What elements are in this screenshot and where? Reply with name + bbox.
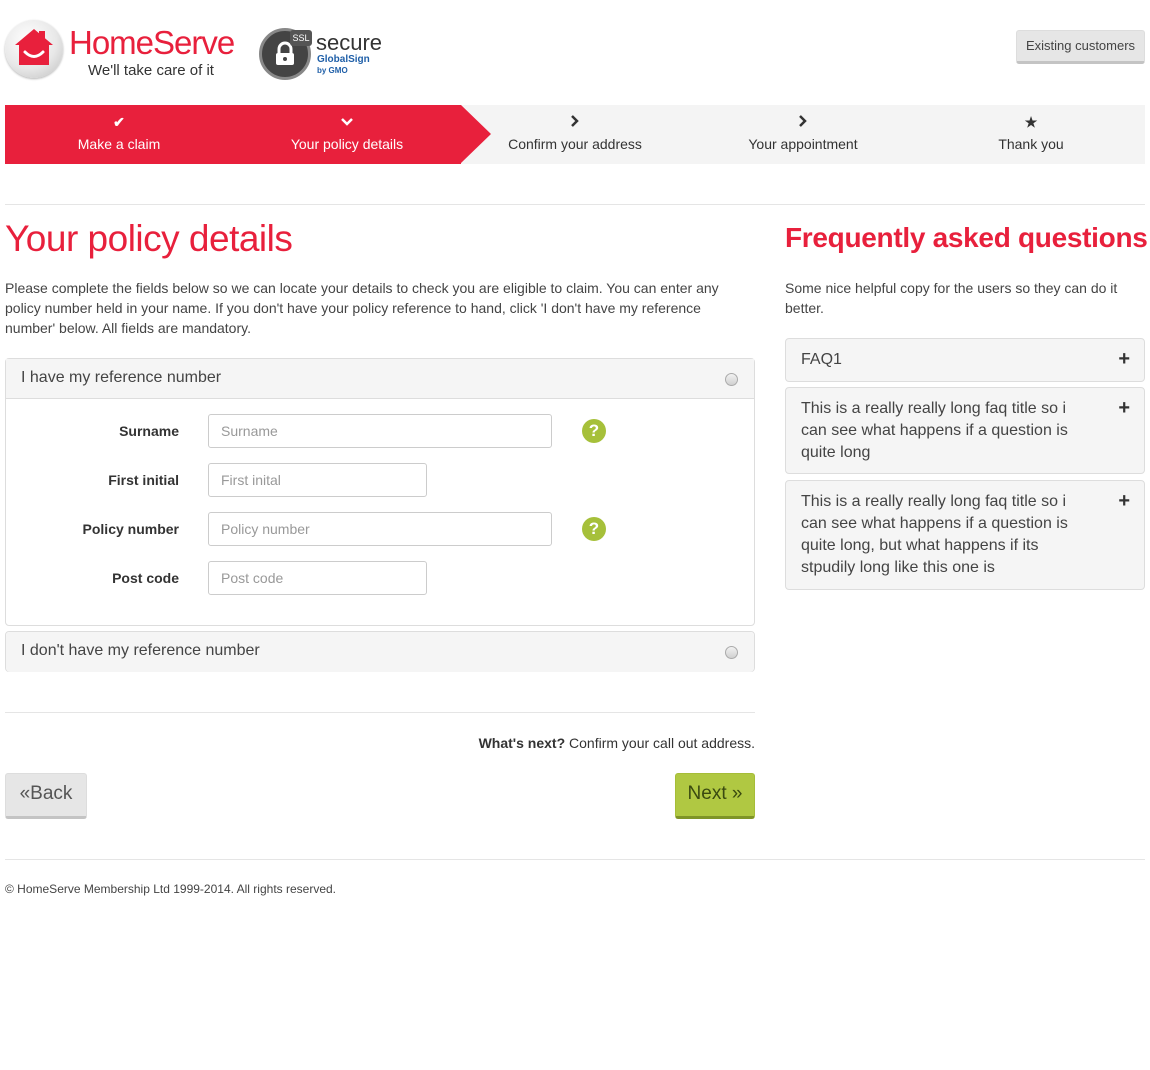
intro-text: Please complete the fields below so we c… [5, 280, 719, 336]
surname-input[interactable] [208, 414, 552, 448]
step-label: Make a claim [77, 136, 161, 152]
chevron-right-icon [689, 114, 917, 130]
back-button[interactable]: «Back [5, 773, 87, 819]
plus-icon[interactable]: + [1118, 349, 1130, 369]
ssl-secure-text: secure [316, 30, 383, 55]
step-confirm-your-address: Confirm your address [461, 105, 689, 164]
star-icon: ★ [1024, 114, 1038, 130]
check-icon: ✔ [113, 114, 125, 130]
house-logo-icon [5, 20, 63, 78]
step-your-policy-details: Your policy details [233, 105, 461, 164]
option-label: I have my reference number [21, 369, 222, 386]
step-label: Confirm your address [508, 136, 642, 152]
step-label: Thank you [998, 136, 1064, 152]
ssl-label: SSL [290, 30, 312, 46]
option-radio[interactable] [725, 373, 738, 386]
policy-number-label: Policy number [82, 521, 179, 537]
faq-item[interactable]: FAQ1 + [785, 338, 1145, 382]
no-reference-panel: I don't have my reference number [5, 631, 755, 672]
chevron-down-icon [233, 114, 461, 130]
option-have-reference[interactable]: I have my reference number [6, 359, 754, 399]
homeserve-logo[interactable]: HomeServe We'll take care of it [5, 18, 235, 82]
divider [5, 712, 755, 713]
page-title: Your policy details [5, 218, 293, 259]
chevron-right-icon [461, 114, 689, 130]
ssl-secure-badge: SSL secure GlobalSign by GMO [259, 28, 399, 80]
surname-label: Surname [119, 423, 179, 439]
faq-title: Frequently asked questions [785, 222, 1148, 253]
option-label: I don't have my reference number [21, 642, 260, 659]
whats-next-text: Confirm your call out address. [569, 735, 755, 751]
step-label: Your policy details [290, 136, 404, 152]
next-button[interactable]: Next » [675, 773, 755, 819]
step-make-a-claim: ✔ Make a claim [5, 105, 233, 164]
footer-copyright: © HomeServe Membership Ltd 1999-2014. Al… [5, 882, 337, 896]
faq-question: This is a really really long faq title s… [801, 400, 1068, 461]
faq-item[interactable]: This is a really really long faq title s… [785, 480, 1145, 590]
faq-question: FAQ1 [801, 351, 842, 368]
first-initial-label: First initial [108, 472, 179, 488]
plus-icon[interactable]: + [1118, 491, 1130, 511]
progress-steps: ✔ Make a claim Your policy details Confi… [5, 105, 1145, 164]
step-thank-you: ★ Thank you [917, 105, 1145, 164]
form-row-policy-number: Policy number ? [6, 512, 756, 546]
form-row-post-code: Post code [6, 561, 756, 595]
policy-number-input[interactable] [208, 512, 552, 546]
existing-customers-button[interactable]: Existing customers [1016, 30, 1145, 64]
faq-intro: Some nice helpful copy for the users so … [785, 280, 1118, 316]
faq-item[interactable]: This is a really really long faq title s… [785, 387, 1145, 474]
reference-number-panel: I have my reference number Surname ? Fir… [5, 358, 755, 626]
logo-wordmark: HomeServe [69, 24, 235, 61]
step-your-appointment: Your appointment [689, 105, 917, 164]
help-icon[interactable]: ? [582, 517, 606, 541]
ssl-provider-sub: by GMO [317, 66, 348, 75]
form-row-surname: Surname ? [6, 414, 756, 448]
header: HomeServe We'll take care of it SSL secu… [5, 18, 1145, 82]
form-row-first-initial: First initial [6, 463, 756, 497]
divider [5, 204, 1145, 205]
post-code-input[interactable] [208, 561, 427, 595]
ssl-provider: GlobalSign [317, 54, 370, 65]
logo-tagline: We'll take care of it [88, 62, 214, 79]
whats-next-label: What's next? [478, 735, 566, 751]
faq-question: This is a really really long faq title s… [801, 493, 1068, 576]
option-radio[interactable] [725, 646, 738, 659]
whats-next: What's next? Confirm your call out addre… [479, 735, 755, 751]
option-dont-have-reference[interactable]: I don't have my reference number [6, 632, 754, 672]
post-code-label: Post code [112, 570, 179, 586]
divider [5, 859, 1145, 860]
first-initial-input[interactable] [208, 463, 427, 497]
help-icon[interactable]: ? [582, 419, 606, 443]
plus-icon[interactable]: + [1118, 398, 1130, 418]
step-label: Your appointment [748, 136, 858, 152]
